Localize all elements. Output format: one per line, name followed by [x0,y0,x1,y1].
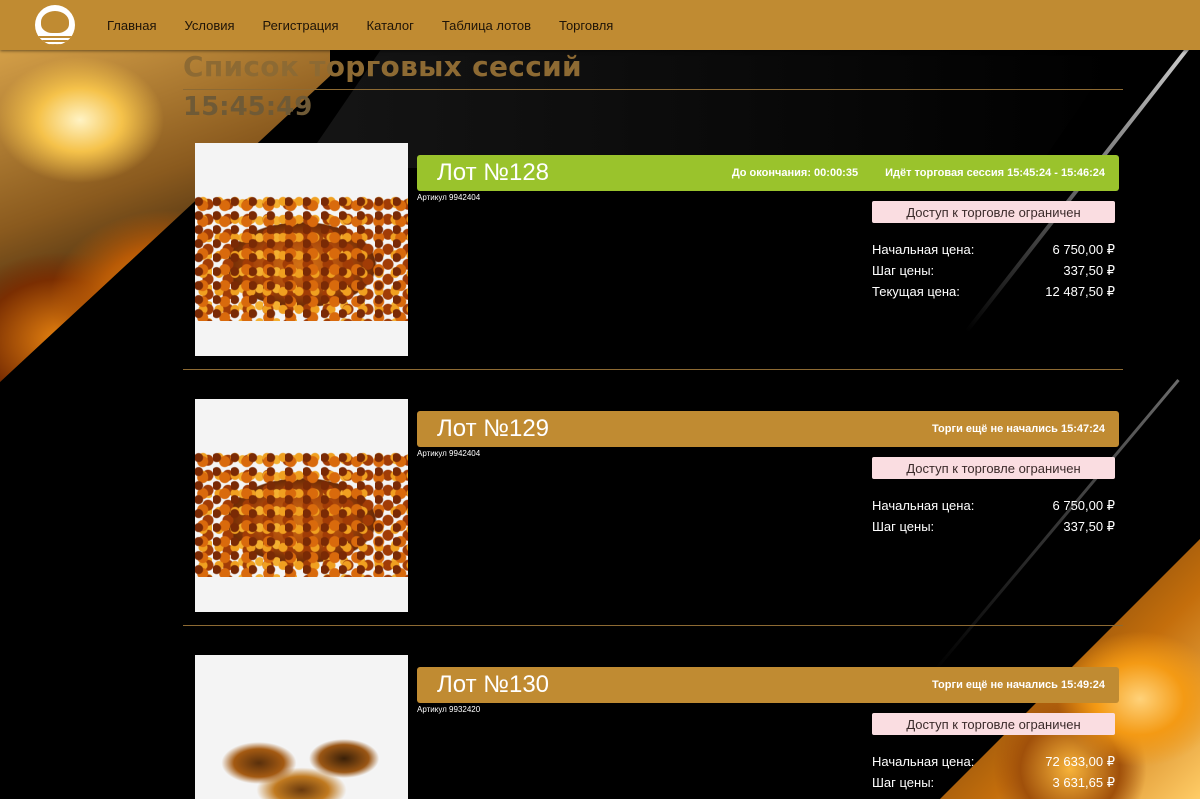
divider [183,625,1123,626]
price-row-start: Начальная цена: 6 750,00 ₽ [872,239,1115,260]
lot-header-bar: Лот №130 Торги ещё не начались 15:49:24 [417,667,1119,703]
lot-status: Торги ещё не начались 15:47:24 [932,423,1105,435]
price-value: 72 633,00 ₽ [1045,754,1115,769]
price-value: 337,50 ₽ [1063,519,1115,534]
nav-item-trading[interactable]: Торговля [559,18,613,33]
access-restricted-button[interactable]: Доступ к торговле ограничен [872,457,1115,479]
lot-image[interactable] [195,655,408,799]
lot-sku: Артикул 9942404 [417,449,481,458]
lot-title[interactable]: Лот №130 [437,671,549,699]
lot-countdown: До окончания: 00:00:35 [731,167,859,179]
price-table: Начальная цена: 6 750,00 ₽ Шаг цены: 337… [872,239,1115,302]
lot-card: Лот №128 До окончания: 00:00:35 Идёт тор… [183,143,1123,375]
nav-item-lots-table[interactable]: Таблица лотов [442,18,531,33]
price-table: Начальная цена: 72 633,00 ₽ Шаг цены: 3 … [872,751,1115,793]
access-restricted-button[interactable]: Доступ к торговле ограничен [872,201,1115,223]
amber-pile-image [195,452,408,577]
price-table: Начальная цена: 6 750,00 ₽ Шаг цены: 337… [872,495,1115,537]
lot-card: Лот №129 Торги ещё не начались 15:47:24 … [183,399,1123,631]
top-navbar: Главная Условия Регистрация Каталог Табл… [0,0,1200,50]
nav-item-registration[interactable]: Регистрация [263,18,339,33]
lot-header-bar: Лот №129 Торги ещё не начались 15:47:24 [417,411,1119,447]
price-label: Текущая цена: [872,284,960,299]
price-row-start: Начальная цена: 6 750,00 ₽ [872,495,1115,516]
price-label: Шаг цены: [872,519,935,534]
lot-header-bar: Лот №128 До окончания: 00:00:35 Идёт тор… [417,155,1119,191]
nav-item-home[interactable]: Главная [107,18,156,33]
lot-status: Торги ещё не начались 15:49:24 [932,679,1105,691]
lot-status-group: Торги ещё не начались 15:47:24 [932,423,1105,435]
lot-image[interactable] [195,143,408,356]
divider [183,369,1123,370]
price-label: Начальная цена: [872,242,975,257]
amber-pile-image [195,196,408,321]
lot-status-group: Торги ещё не начались 15:49:24 [932,679,1105,691]
price-value: 12 487,50 ₽ [1045,284,1115,299]
lot-title[interactable]: Лот №129 [437,415,549,443]
page-title: Список торговых сессий [183,50,582,83]
lot-card: Лот №130 Торги ещё не начались 15:49:24 … [183,655,1123,799]
nav-item-catalog[interactable]: Каталог [367,18,414,33]
price-label: Шаг цены: [872,263,935,278]
amber-chunks-image [195,709,408,799]
price-row-step: Шаг цены: 3 631,65 ₽ [872,772,1115,793]
server-clock: 15:45:49 [183,92,313,122]
price-label: Шаг цены: [872,775,935,790]
price-label: Начальная цена: [872,754,975,769]
price-value: 6 750,00 ₽ [1052,242,1116,257]
logo-icon[interactable] [35,5,75,45]
lot-status-group: До окончания: 00:00:35 Идёт торговая сес… [732,167,1105,179]
price-value: 337,50 ₽ [1063,263,1115,278]
price-label: Начальная цена: [872,498,975,513]
price-row-start: Начальная цена: 72 633,00 ₽ [872,751,1115,772]
access-restricted-button[interactable]: Доступ к торговле ограничен [872,713,1115,735]
price-value: 3 631,65 ₽ [1052,775,1116,790]
lot-sku: Артикул 9942404 [417,193,481,202]
nav-item-terms[interactable]: Условия [184,18,234,33]
price-row-step: Шаг цены: 337,50 ₽ [872,516,1115,537]
page-header: Список торговых сессий 15:45:49 [183,50,1123,122]
lot-title[interactable]: Лот №128 [437,159,549,187]
lot-image[interactable] [195,399,408,612]
price-row-step: Шаг цены: 337,50 ₽ [872,260,1115,281]
lot-sku: Артикул 9932420 [417,705,481,714]
price-row-current: Текущая цена: 12 487,50 ₽ [872,281,1115,302]
divider [183,89,1123,90]
price-value: 6 750,00 ₽ [1052,498,1116,513]
lot-status: Идёт торговая сессия 15:45:24 - 15:46:24 [885,167,1105,179]
